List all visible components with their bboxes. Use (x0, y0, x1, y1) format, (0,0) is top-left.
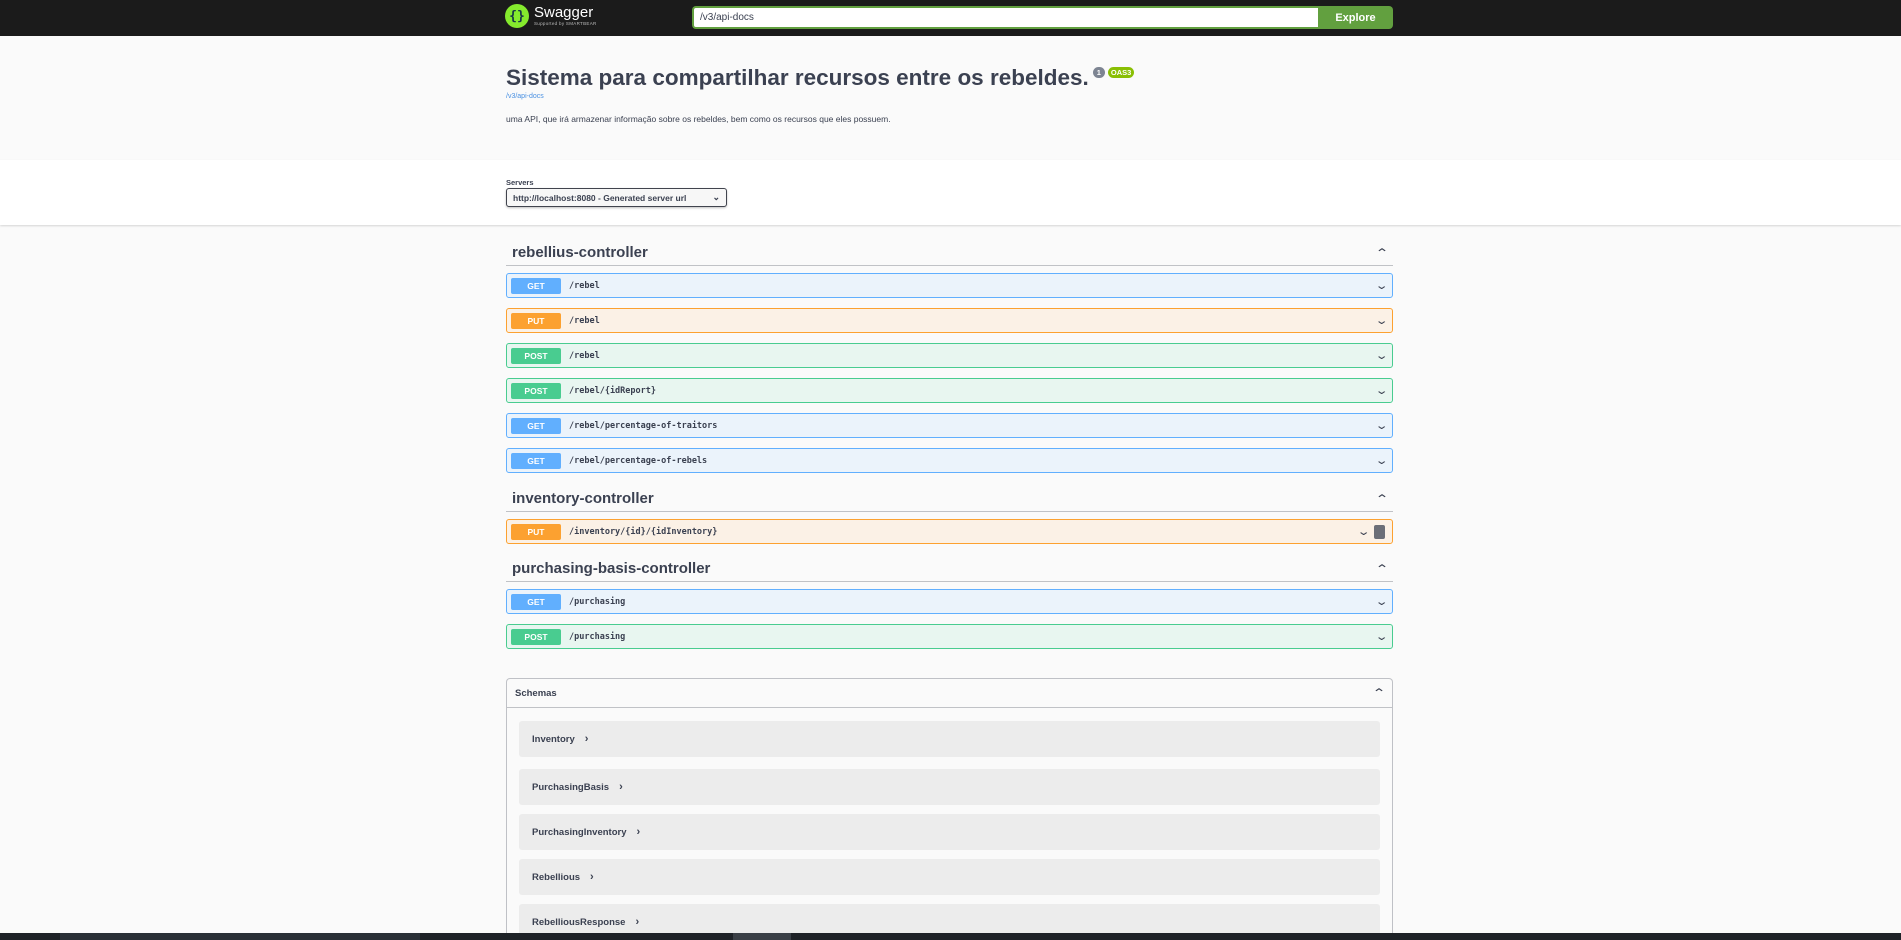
chevron-down-icon[interactable]: ⌄ (1374, 279, 1388, 292)
chevron-down-icon[interactable]: ⌄ (1374, 595, 1388, 608)
method-badge: PUT (511, 312, 561, 329)
schema-model[interactable]: PurchasingBasis › (519, 769, 1380, 805)
schema-model[interactable]: Rebellious › (519, 859, 1380, 895)
chevron-right-icon[interactable]: › (635, 916, 639, 928)
operation-path: /rebel/{idReport} (569, 385, 656, 396)
tag-name: inventory-controller (512, 490, 654, 507)
operation-post[interactable]: POST/rebel/{idReport} ⌄ (506, 378, 1393, 403)
chevron-down-icon[interactable]: ⌄ (1356, 525, 1370, 538)
method-badge: POST (511, 382, 561, 399)
taskbar-item[interactable] (733, 933, 791, 940)
lock-icon[interactable] (1374, 525, 1385, 539)
chevron-up-icon[interactable]: ⌃ (1375, 246, 1389, 260)
chevron-up-icon[interactable]: ⌃ (1375, 492, 1389, 506)
operation-path: /rebel (569, 350, 600, 361)
tag-header-rebellius-controller[interactable]: rebellius-controller ⌃ (506, 240, 1393, 266)
chevron-right-icon[interactable]: › (619, 781, 623, 793)
chevron-down-icon[interactable]: ⌄ (1374, 349, 1388, 362)
operation-path: /rebel (569, 280, 600, 291)
schema-model-name: Inventory (532, 733, 575, 745)
taskbar-item[interactable] (60, 933, 420, 940)
operation-get[interactable]: GET/rebel ⌄ (506, 273, 1393, 298)
logo-subtitle: Supported by SMARTBEAR (534, 21, 597, 27)
operation-put[interactable]: PUT/inventory/{id}/{idInventory} ⌄ (506, 519, 1393, 544)
schema-model[interactable]: Inventory › (519, 721, 1380, 757)
tag-name: rebellius-controller (512, 244, 648, 261)
operation-get[interactable]: GET/rebel/percentage-of-traitors ⌄ (506, 413, 1393, 438)
servers-select[interactable]: http://localhost:8080 - Generated server… (506, 188, 727, 207)
operation-post[interactable]: POST/purchasing ⌄ (506, 624, 1393, 649)
tag-header-purchasing-basis-controller[interactable]: purchasing-basis-controller ⌃ (506, 556, 1393, 582)
logo-name: Swagger (534, 4, 594, 22)
version-badge: 1 (1092, 67, 1105, 78)
chevron-down-icon[interactable]: ⌄ (1374, 314, 1388, 327)
schema-model[interactable]: PurchasingInventory › (519, 814, 1380, 850)
chevron-down-icon[interactable]: ⌄ (1374, 384, 1388, 397)
oas-badge: OAS3 (1107, 67, 1135, 78)
operation-path: /purchasing (569, 631, 626, 642)
schemas-label: Schemas (515, 687, 557, 699)
schema-model-name: Rebellious (532, 871, 581, 883)
operation-path: /inventory/{id}/{idInventory} (569, 526, 718, 537)
schema-model-name: RebelliousResponse (532, 916, 626, 928)
method-badge: GET (511, 593, 561, 610)
swagger-logo-icon: {} (505, 4, 529, 28)
chevron-up-icon[interactable]: ⌃ (1375, 562, 1389, 576)
api-info: Sistema para compartilhar recursos entre… (506, 64, 1396, 124)
spec-url-input[interactable] (692, 6, 1318, 29)
chevron-right-icon[interactable]: › (590, 871, 594, 883)
api-title: Sistema para compartilhar recursos entre… (506, 65, 1089, 90)
tag-header-inventory-controller[interactable]: inventory-controller ⌃ (506, 486, 1393, 512)
tag-name: purchasing-basis-controller (512, 560, 711, 577)
chevron-down-icon[interactable]: ⌄ (1374, 419, 1388, 432)
swagger-logo[interactable]: {} Swagger Supported by SMARTBEAR (505, 4, 597, 28)
chevron-right-icon[interactable]: › (637, 826, 641, 838)
chevron-right-icon[interactable]: › (585, 733, 589, 745)
operation-path: /rebel (569, 315, 600, 326)
operation-path: /rebel/percentage-of-traitors (569, 420, 718, 431)
method-badge: GET (511, 277, 561, 294)
operation-path: /purchasing (569, 596, 626, 607)
spec-link[interactable]: /v3/api-docs (506, 93, 1396, 100)
chevron-down-icon[interactable]: ⌄ (1374, 630, 1388, 643)
method-badge: GET (511, 417, 561, 434)
servers-section (0, 160, 1901, 225)
chevron-down-icon: ⌄ (712, 192, 720, 202)
os-taskbar (0, 933, 1901, 940)
method-badge: PUT (511, 523, 561, 540)
operation-get[interactable]: GET/purchasing ⌄ (506, 589, 1393, 614)
chevron-up-icon[interactable]: ⌃ (1372, 686, 1386, 700)
explore-button[interactable]: Explore (1318, 6, 1393, 29)
topbar: {} Swagger Supported by SMARTBEAR Explor… (0, 0, 1901, 36)
servers-label: Servers (506, 178, 534, 187)
operation-put[interactable]: PUT/rebel ⌄ (506, 308, 1393, 333)
api-description: uma API, que irá armazenar informação so… (506, 114, 891, 124)
schema-model-name: PurchasingBasis (532, 781, 610, 793)
schemas-header[interactable]: Schemas ⌃ (507, 679, 1392, 708)
method-badge: POST (511, 628, 561, 645)
method-badge: POST (511, 347, 561, 364)
operation-path: /rebel/percentage-of-rebels (569, 455, 708, 466)
chevron-down-icon[interactable]: ⌄ (1374, 454, 1388, 467)
servers-selected-value: http://localhost:8080 - Generated server… (513, 192, 687, 203)
operation-get[interactable]: GET/rebel/percentage-of-rebels ⌄ (506, 448, 1393, 473)
schemas-section: Schemas ⌃ Inventory › PurchasingBasis › Purc… (506, 678, 1393, 940)
operation-post[interactable]: POST/rebel ⌄ (506, 343, 1393, 368)
method-badge: GET (511, 452, 561, 469)
schema-model-name: PurchasingInventory (532, 826, 627, 838)
